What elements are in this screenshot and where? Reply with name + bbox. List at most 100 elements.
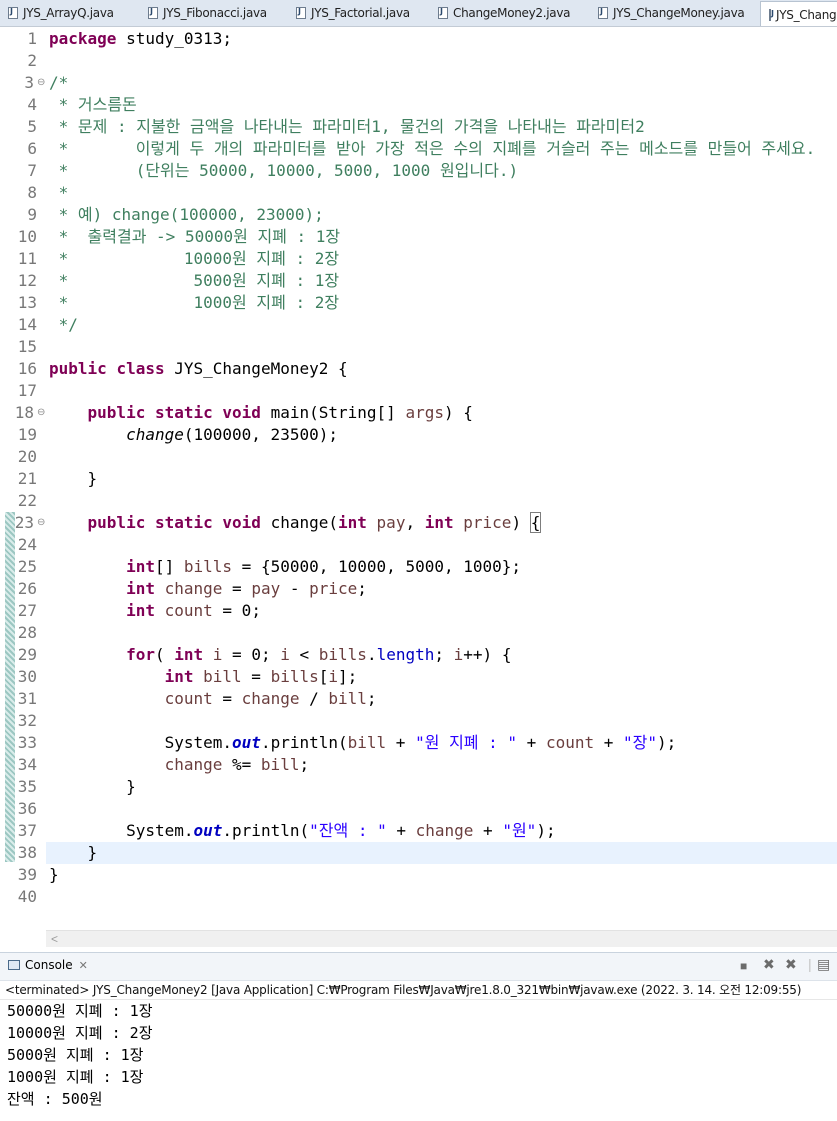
local-var: change	[415, 821, 474, 840]
clear-console-icon[interactable]: ▤	[817, 956, 830, 973]
code-text: .	[366, 645, 377, 664]
line-number: 40	[17, 887, 37, 906]
line-number: 22	[17, 491, 37, 510]
tab-changemoney2[interactable]: ChangeMoney2.java	[430, 2, 590, 24]
code-text: ;	[434, 645, 454, 664]
string-literal: "원 지폐 : "	[415, 733, 518, 752]
local-var: bills	[183, 557, 233, 576]
line-number: 10	[17, 227, 37, 246]
string-literal: "장"	[623, 733, 658, 752]
tab-label: JYS_ChangeMoney.java	[613, 6, 745, 20]
comment-line: */	[49, 315, 78, 334]
java-file-icon	[769, 8, 774, 21]
code-line: count = change / bill;	[49, 688, 377, 710]
line-number: 28	[17, 623, 37, 642]
code-text: main(String[]	[260, 403, 406, 422]
line-number: 17	[17, 381, 37, 400]
code-text: %=	[222, 755, 261, 774]
code-text: JYS_ChangeMoney2 {	[164, 359, 348, 378]
tab-jys-fibonacci[interactable]: JYS_Fibonacci.java	[140, 2, 290, 24]
console-tab[interactable]: Console ✕	[8, 958, 88, 972]
line-number: 36	[17, 799, 37, 818]
line-number: 24	[17, 535, 37, 554]
code-text: (100000, 23500);	[183, 425, 338, 444]
horizontal-scrollbar[interactable]: <	[46, 930, 837, 947]
code-text: change(	[260, 513, 338, 532]
local-var: change	[241, 689, 300, 708]
code-text: );	[536, 821, 556, 840]
code-text: .println(	[260, 733, 348, 752]
code-text: =	[222, 579, 252, 598]
line-number: 21	[17, 469, 37, 488]
keyword: static	[154, 513, 213, 532]
keyword: public	[49, 359, 107, 378]
code-line: System.out.println("잔액 : " + change + "원…	[49, 820, 556, 842]
keyword: for	[126, 645, 155, 664]
code-line: package study_0313;	[49, 28, 232, 50]
local-var: bill	[347, 733, 387, 752]
tab-jys-changemoney[interactable]: JYS_ChangeMoney.java	[590, 2, 760, 24]
java-file-icon	[438, 7, 448, 19]
comment-line: * 예) change(100000, 23000);	[49, 205, 324, 224]
param: pay	[251, 579, 281, 598]
code-line: change(100000, 23500);	[49, 424, 338, 446]
local-var: change	[164, 755, 223, 774]
code-text: +	[386, 733, 416, 752]
keyword: int	[126, 557, 155, 576]
console-view: Console ✕ ■ ✖ ✖ | ▤ <terminated> JYS_Cha…	[0, 952, 837, 1121]
static-field: out	[193, 821, 223, 840]
line-number: 37	[17, 821, 37, 840]
line-number: 16	[17, 359, 37, 378]
keyword: int	[126, 579, 155, 598]
line-number: 2	[27, 51, 37, 70]
line-number: 35	[17, 777, 37, 796]
comment-line: * 5000원 지폐 : 1장	[49, 271, 340, 290]
separator-icon: |	[808, 956, 812, 972]
remove-launch-icon[interactable]: ✖	[763, 956, 775, 973]
code-line: }	[49, 842, 98, 864]
line-number: 13	[17, 293, 37, 312]
close-icon[interactable]: ✕	[79, 959, 88, 972]
param: price	[463, 513, 512, 532]
code-editor[interactable]: 1 2 3 4 5 6 7 8 9 10 11 12 13 14 15 16 1…	[0, 27, 837, 947]
local-var: count	[164, 689, 213, 708]
string-literal: "원"	[502, 821, 537, 840]
code-line: }	[49, 468, 98, 490]
line-number: 32	[17, 711, 37, 730]
current-line-highlight	[46, 842, 837, 864]
tab-jys-arrayq[interactable]: JYS_ArrayQ.java	[0, 2, 140, 24]
fold-toggle-icon[interactable]: ⊖	[37, 72, 47, 94]
line-number: 18	[14, 403, 34, 422]
tab-label: JYS_ArrayQ.java	[23, 6, 114, 20]
code-text: ++) {	[463, 645, 512, 664]
param: args	[405, 403, 444, 422]
fold-toggle-icon[interactable]: ⊖	[37, 512, 47, 534]
code-text: [	[318, 667, 329, 686]
scroll-left-icon[interactable]: <	[51, 932, 58, 946]
fold-toggle-icon[interactable]: ⊖	[37, 402, 47, 424]
line-number: 11	[17, 249, 37, 268]
line-number: 3	[24, 73, 34, 92]
comment-line: * 이렇게 두 개의 파라미터를 받아 가장 적은 수의 지폐를 거슬러 주는 …	[49, 139, 816, 158]
code-text: ;	[366, 689, 377, 708]
code-line: int bill = bills[i];	[49, 666, 358, 688]
code-text: ) {	[443, 403, 473, 422]
tab-jys-changemoney2-active[interactable]: JYS_ChangeMoney2.java	[760, 1, 837, 26]
tab-label: ChangeMoney2.java	[453, 6, 571, 20]
code-text: =	[212, 689, 242, 708]
code-line: public static void main(String[] args) {	[49, 402, 473, 424]
terminate-icon[interactable]: ■	[740, 959, 747, 973]
tab-jys-factorial[interactable]: JYS_Factorial.java	[288, 2, 433, 24]
keyword: class	[116, 359, 165, 378]
local-var: bill	[260, 755, 300, 774]
remove-all-icon[interactable]: ✖	[785, 956, 797, 973]
tab-label: JYS_Fibonacci.java	[163, 6, 267, 20]
code-line: for( int i = 0; i < bills.length; i++) {	[49, 644, 511, 666]
code-text: = {50000, 10000, 5000, 1000};	[232, 557, 522, 576]
line-number: 30	[17, 667, 37, 686]
code-text: +	[386, 821, 416, 840]
comment-line: * (단위는 50000, 10000, 5000, 1000 원입니다.)	[49, 161, 519, 180]
console-tab-label: Console	[25, 958, 73, 972]
editor-tab-bar: JYS_ArrayQ.java JYS_Fibonacci.java JYS_F…	[0, 0, 837, 27]
local-var: bill	[203, 667, 242, 686]
